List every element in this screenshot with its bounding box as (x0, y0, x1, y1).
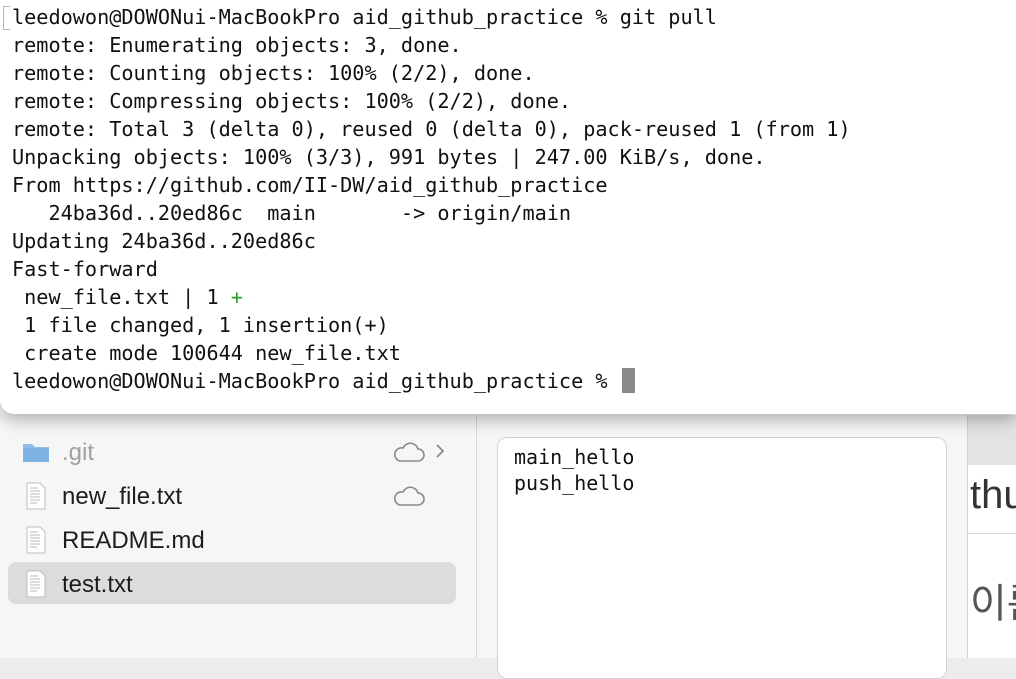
terminal-line-diffstat: new_file.txt | 1 + (12, 283, 1012, 311)
terminal-prompt-line[interactable]: leedowon@DOWONui-MacBookPro aid_github_p… (12, 367, 1012, 395)
terminal-window[interactable]: leedowon@DOWONui-MacBookPro aid_github_p… (0, 0, 1016, 414)
terminal-line: From https://github.com/II-DW/aid_github… (12, 173, 608, 197)
text-file-icon (26, 482, 46, 510)
file-row-readme[interactable]: README.md (8, 518, 456, 560)
file-row-test[interactable]: test.txt (8, 562, 456, 604)
file-list: .git new_file.txt README.md test.txt (0, 415, 476, 658)
chevron-right-icon[interactable] (434, 442, 446, 460)
terminal-line: 24ba36d..20ed86c main -> origin/main (12, 201, 572, 225)
file-name: README.md (62, 527, 205, 554)
browser-window-edge: thu 이름 (967, 415, 1016, 658)
terminal-line: remote: Compressing objects: 100% (2/2),… (12, 89, 572, 113)
folder-icon (23, 444, 49, 462)
file-name: new_file.txt (62, 483, 183, 510)
file-name: test.txt (62, 571, 133, 598)
preview-pane: main_hello push_hello (477, 415, 967, 679)
text-file-icon (26, 526, 46, 554)
file-name: .git (62, 439, 95, 466)
file-row-new-file[interactable]: new_file.txt (8, 474, 456, 516)
file-row-git[interactable]: .git (8, 430, 456, 472)
diffstat-text: new_file.txt | 1 (12, 285, 231, 309)
preview-line: push_hello (514, 471, 635, 495)
terminal-line: leedowon@DOWONui-MacBookPro aid_github_p… (12, 5, 717, 29)
file-preview[interactable]: main_hello push_hello (497, 437, 947, 679)
terminal-line: remote: Total 3 (delta 0), reused 0 (del… (12, 117, 851, 141)
cloud-icon[interactable] (392, 441, 426, 463)
terminal-line: 1 file changed, 1 insertion(+) (12, 313, 389, 337)
terminal-line: Updating 24ba36d..20ed86c (12, 229, 316, 253)
terminal-line: create mode 100644 new_file.txt (12, 341, 401, 365)
shell-prompt: leedowon@DOWONui-MacBookPro aid_github_p… (12, 369, 620, 393)
text-cursor (621, 368, 635, 393)
terminal-line: remote: Enumerating objects: 3, done. (12, 33, 462, 57)
text-file-icon (26, 570, 46, 598)
clipped-label: 이름 (970, 582, 1016, 626)
terminal-line: Fast-forward (12, 257, 158, 281)
terminal-line: Unpacking objects: 100% (3/3), 991 bytes… (12, 145, 766, 169)
selection-bracket (3, 6, 10, 30)
cloud-icon[interactable] (392, 485, 426, 507)
terminal-line: remote: Counting objects: 100% (2/2), do… (12, 61, 535, 85)
clipped-heading: thu (970, 473, 1016, 517)
preview-line: main_hello (514, 445, 635, 469)
diffstat-plus: + (230, 285, 243, 309)
terminal-output: leedowon@DOWONui-MacBookPro aid_github_p… (12, 3, 1012, 395)
